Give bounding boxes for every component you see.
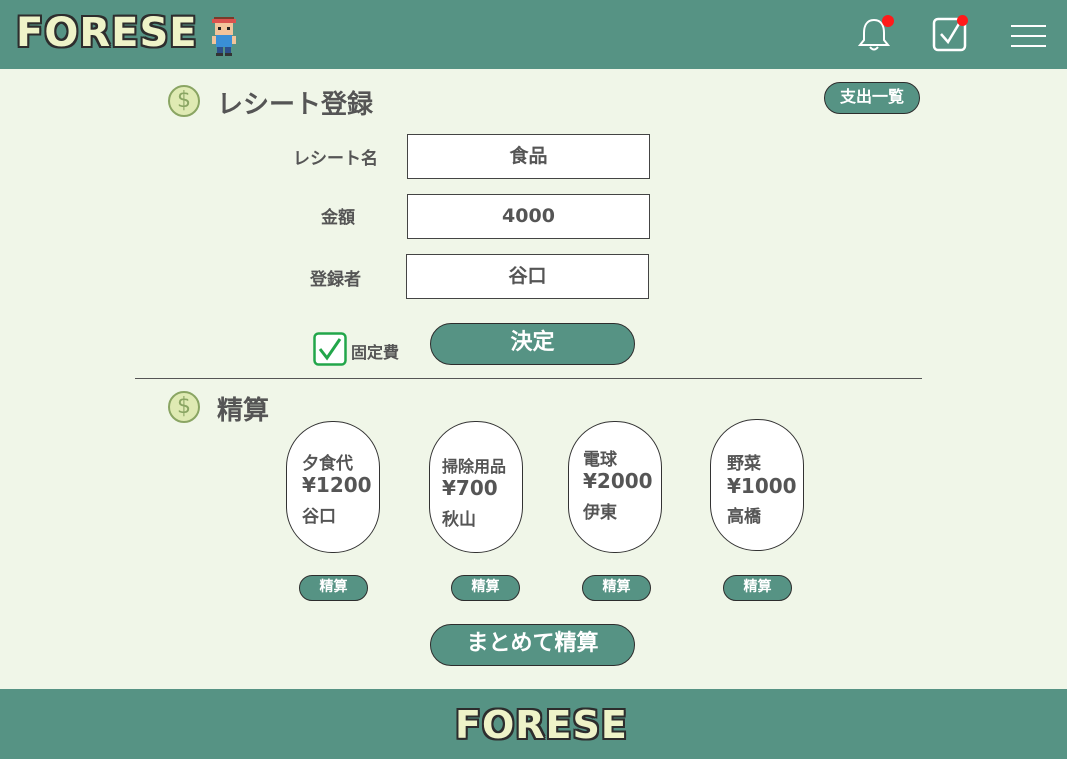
expense-card[interactable]: 掃除用品 ¥700 秋山 (429, 421, 523, 553)
card-name: 野菜 (727, 454, 761, 474)
registrant-label: 登録者 (310, 270, 361, 290)
dollar-icon: $ (168, 85, 200, 117)
settle-button[interactable]: 精算 (723, 575, 792, 601)
fixed-cost-checkbox[interactable] (313, 332, 347, 366)
card-amount: ¥1200 (302, 473, 372, 497)
notification-badge (882, 15, 894, 27)
card-person: 秋山 (442, 510, 476, 530)
card-person: 谷口 (302, 507, 336, 527)
dollar-icon: $ (168, 391, 200, 423)
task-badge (957, 15, 968, 26)
registrant-input[interactable]: 谷口 (406, 254, 649, 299)
expense-list-button[interactable]: 支出一覧 (824, 82, 920, 114)
settle-all-button[interactable]: まとめて精算 (430, 624, 635, 666)
card-person: 伊東 (583, 503, 617, 523)
settle-button[interactable]: 精算 (582, 575, 651, 601)
card-name: 掃除用品 (442, 457, 507, 476)
card-person: 高橋 (727, 507, 761, 527)
expense-card[interactable]: 夕食代 ¥1200 谷口 (286, 421, 380, 553)
settle-button[interactable]: 精算 (299, 575, 368, 601)
app-logo[interactable]: FORESE (16, 10, 198, 56)
amount-input[interactable]: 4000 (407, 194, 650, 239)
app-header: FORESE (0, 0, 1067, 69)
mascot-icon (212, 17, 236, 56)
card-name: 電球 (583, 450, 617, 470)
receipt-section-title: レシート登録 (217, 90, 374, 120)
expense-card[interactable]: 電球 ¥2000 伊東 (568, 421, 662, 553)
section-divider (135, 378, 922, 379)
card-name: 夕食代 (302, 454, 353, 474)
expense-card[interactable]: 野菜 ¥1000 高橋 (710, 419, 804, 551)
settlement-section-title: 精算 (217, 396, 270, 426)
menu-icon[interactable] (1011, 25, 1046, 47)
card-amount: ¥2000 (583, 469, 653, 493)
app-footer: FORESE (0, 689, 1067, 759)
settle-button[interactable]: 精算 (451, 575, 520, 601)
amount-label: 金額 (321, 208, 355, 228)
card-amount: ¥700 (442, 476, 498, 500)
receipt-name-label: レシート名 (293, 149, 378, 169)
fixed-cost-label: 固定費 (351, 343, 400, 362)
footer-logo: FORESE (455, 703, 628, 747)
receipt-name-input[interactable]: 食品 (407, 134, 650, 179)
card-amount: ¥1000 (727, 474, 797, 498)
submit-button[interactable]: 決定 (430, 323, 635, 365)
